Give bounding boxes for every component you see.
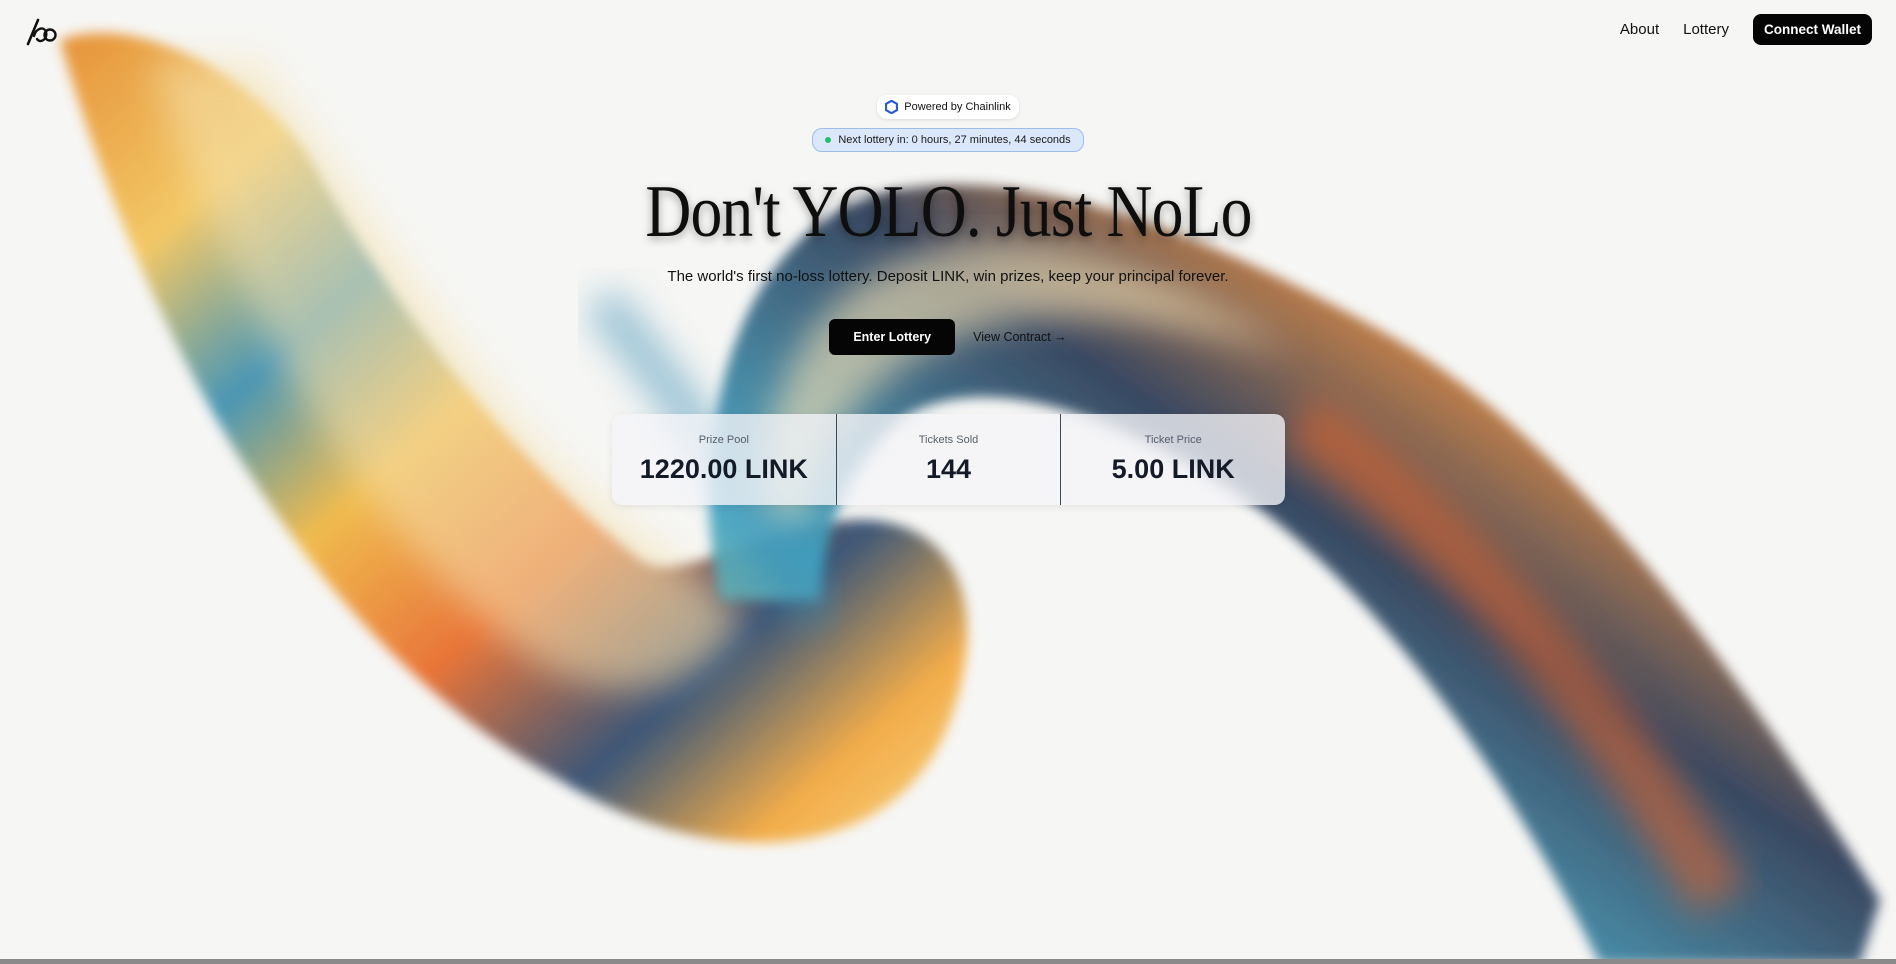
view-contract-link[interactable]: View Contract →	[973, 330, 1067, 344]
top-nav: About Lottery Connect Wallet	[1620, 14, 1872, 45]
stat-ticket-price: Ticket Price 5.00 LINK	[1061, 414, 1285, 505]
countdown-row: Next lottery in: 0 hours, 27 minutes, 44…	[0, 128, 1896, 152]
chainlink-hexagon-icon	[885, 100, 899, 114]
stat-prize-pool: Prize Pool 1220.00 LINK	[612, 414, 837, 505]
countdown-text: Next lottery in: 0 hours, 27 minutes, 44…	[838, 134, 1071, 146]
countdown-badge: Next lottery in: 0 hours, 27 minutes, 44…	[812, 128, 1084, 152]
stat-value: 144	[925, 454, 972, 484]
cta-row: Enter Lottery View Contract →	[0, 319, 1896, 355]
nav-lottery-link[interactable]: Lottery	[1683, 21, 1729, 38]
nolo-logo-icon[interactable]	[24, 14, 58, 48]
connect-wallet-button[interactable]: Connect Wallet	[1752, 14, 1872, 45]
stats-panel: Prize Pool 1220.00 LINK Tickets Sold 144…	[612, 414, 1285, 505]
powered-by-badge[interactable]: Powered by Chainlink	[877, 95, 1019, 119]
stat-tickets-sold: Tickets Sold 144	[836, 414, 1062, 505]
hero-subtitle: The world's first no-loss lottery. Depos…	[667, 268, 1229, 285]
nav-about-link[interactable]: About	[1620, 21, 1659, 38]
hero-title: Don't YOLO. Just NoLo	[644, 171, 1252, 253]
stat-label: Ticket Price	[1144, 434, 1202, 446]
powered-by-label: Powered by Chainlink	[904, 101, 1011, 113]
stat-label: Tickets Sold	[918, 434, 979, 446]
stat-label: Prize Pool	[698, 434, 749, 446]
enter-lottery-button[interactable]: Enter Lottery	[829, 319, 956, 355]
powered-by-row: Powered by Chainlink	[0, 95, 1896, 119]
stat-value: 5.00 LINK	[1111, 454, 1235, 484]
bottom-edge-bar	[0, 959, 1896, 964]
hero-title-row: Don't YOLO. Just NoLo	[0, 170, 1896, 255]
status-dot-icon	[825, 137, 832, 143]
stat-value: 1220.00 LINK	[639, 454, 808, 484]
